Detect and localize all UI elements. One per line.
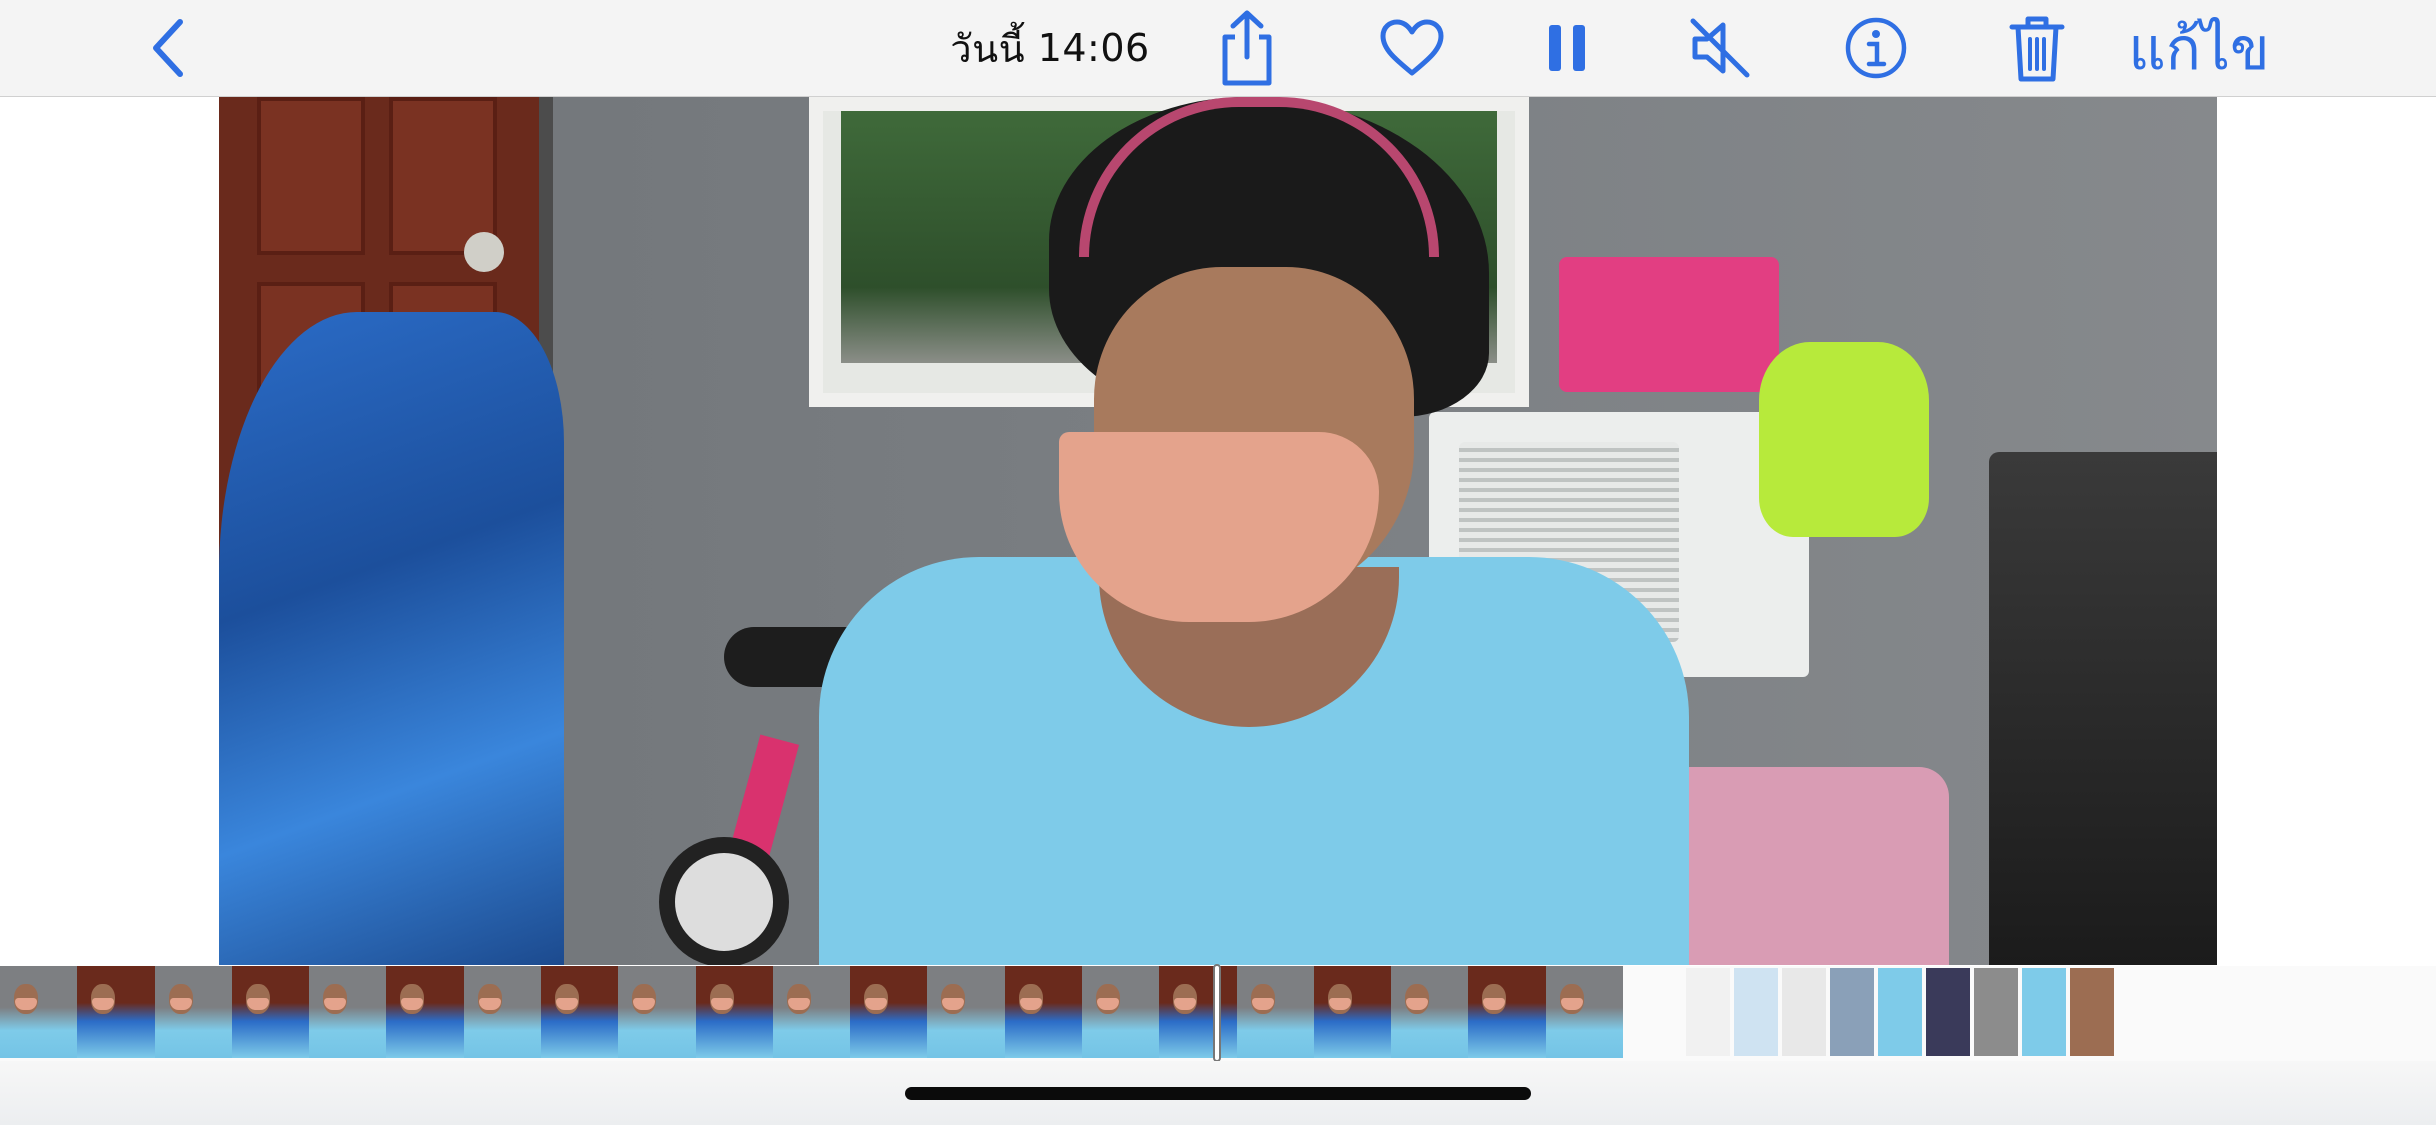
- filmstrip-frame[interactable]: [1004, 966, 1083, 1058]
- video-blue-plastic: [219, 312, 564, 965]
- other-media-thumbnail[interactable]: [1974, 968, 2018, 1056]
- top-toolbar: วันนี้ 14:06 แก้ไข: [0, 0, 2436, 97]
- favorite-button[interactable]: [1378, 0, 1446, 96]
- mute-button[interactable]: [1688, 0, 1752, 96]
- other-media-thumbnail[interactable]: [1878, 968, 1922, 1056]
- filmstrip-frame[interactable]: [1236, 966, 1315, 1058]
- other-media-thumbnail[interactable]: [1686, 968, 1730, 1056]
- info-icon: [1845, 17, 1907, 79]
- share-icon: [1222, 10, 1272, 86]
- info-button[interactable]: [1843, 0, 1909, 96]
- home-indicator[interactable]: [905, 1087, 1531, 1100]
- video-green-bag: [1759, 342, 1929, 537]
- filmstrip-frame[interactable]: [0, 966, 79, 1058]
- video-washing-machine: [1989, 452, 2217, 965]
- filmstrip-frame[interactable]: [386, 966, 465, 1058]
- video-pink-basket: [1559, 257, 1779, 392]
- date-label: วันนี้: [950, 26, 1026, 71]
- filmstrip-frame[interactable]: [1545, 966, 1623, 1058]
- other-media-thumbnails[interactable]: [1686, 966, 2116, 1058]
- chevron-left-icon: [153, 19, 183, 77]
- filmstrip-frame[interactable]: [231, 966, 311, 1058]
- video-player[interactable]: [219, 97, 2217, 965]
- title: วันนี้ 14:06: [930, 0, 1170, 96]
- filmstrip-frame[interactable]: [154, 966, 233, 1058]
- time-label: 14:06: [1037, 26, 1150, 70]
- other-media-thumbnail[interactable]: [2022, 968, 2066, 1056]
- pause-button[interactable]: [1545, 0, 1589, 96]
- filmstrip-frame[interactable]: [1082, 966, 1161, 1058]
- other-media-thumbnail[interactable]: [1830, 968, 1874, 1056]
- filmstrip-frame[interactable]: [309, 966, 388, 1058]
- filmstrip-frame[interactable]: [695, 966, 774, 1058]
- pause-icon: [1549, 25, 1585, 71]
- filmstrip-frame[interactable]: [618, 966, 697, 1058]
- video-bike-wheel: [659, 837, 789, 965]
- filmstrip-frame[interactable]: [927, 966, 1006, 1058]
- filmstrip-frame[interactable]: [1391, 966, 1470, 1058]
- video-pink-tub: [1649, 767, 1949, 965]
- speaker-muted-icon: [1690, 18, 1750, 78]
- filmstrip-frame[interactable]: [1159, 966, 1238, 1058]
- trash-icon: [2009, 16, 2065, 82]
- filmstrip-frame[interactable]: [77, 966, 156, 1058]
- back-button[interactable]: [140, 0, 196, 96]
- edit-button[interactable]: แก้ไข: [2128, 0, 2270, 96]
- other-media-thumbnail[interactable]: [1782, 968, 1826, 1056]
- filmstrip-frame[interactable]: [1468, 966, 1547, 1058]
- filmstrip-scrubber[interactable]: [0, 964, 2436, 1062]
- other-media-thumbnail[interactable]: [1926, 968, 1970, 1056]
- share-button[interactable]: [1215, 0, 1279, 96]
- heart-icon: [1380, 19, 1444, 76]
- filmstrip-frame[interactable]: [1313, 966, 1393, 1058]
- filmstrip-frame[interactable]: [541, 966, 620, 1058]
- other-media-thumbnail[interactable]: [1734, 968, 1778, 1056]
- other-media-thumbnail[interactable]: [2070, 968, 2114, 1056]
- video-frames[interactable]: [0, 966, 1623, 1058]
- filmstrip-frame[interactable]: [850, 966, 929, 1058]
- filmstrip-frame[interactable]: [772, 966, 852, 1058]
- delete-button[interactable]: [2007, 0, 2067, 96]
- playhead-handle[interactable]: [1213, 964, 1221, 1062]
- filmstrip-frame[interactable]: [463, 966, 542, 1058]
